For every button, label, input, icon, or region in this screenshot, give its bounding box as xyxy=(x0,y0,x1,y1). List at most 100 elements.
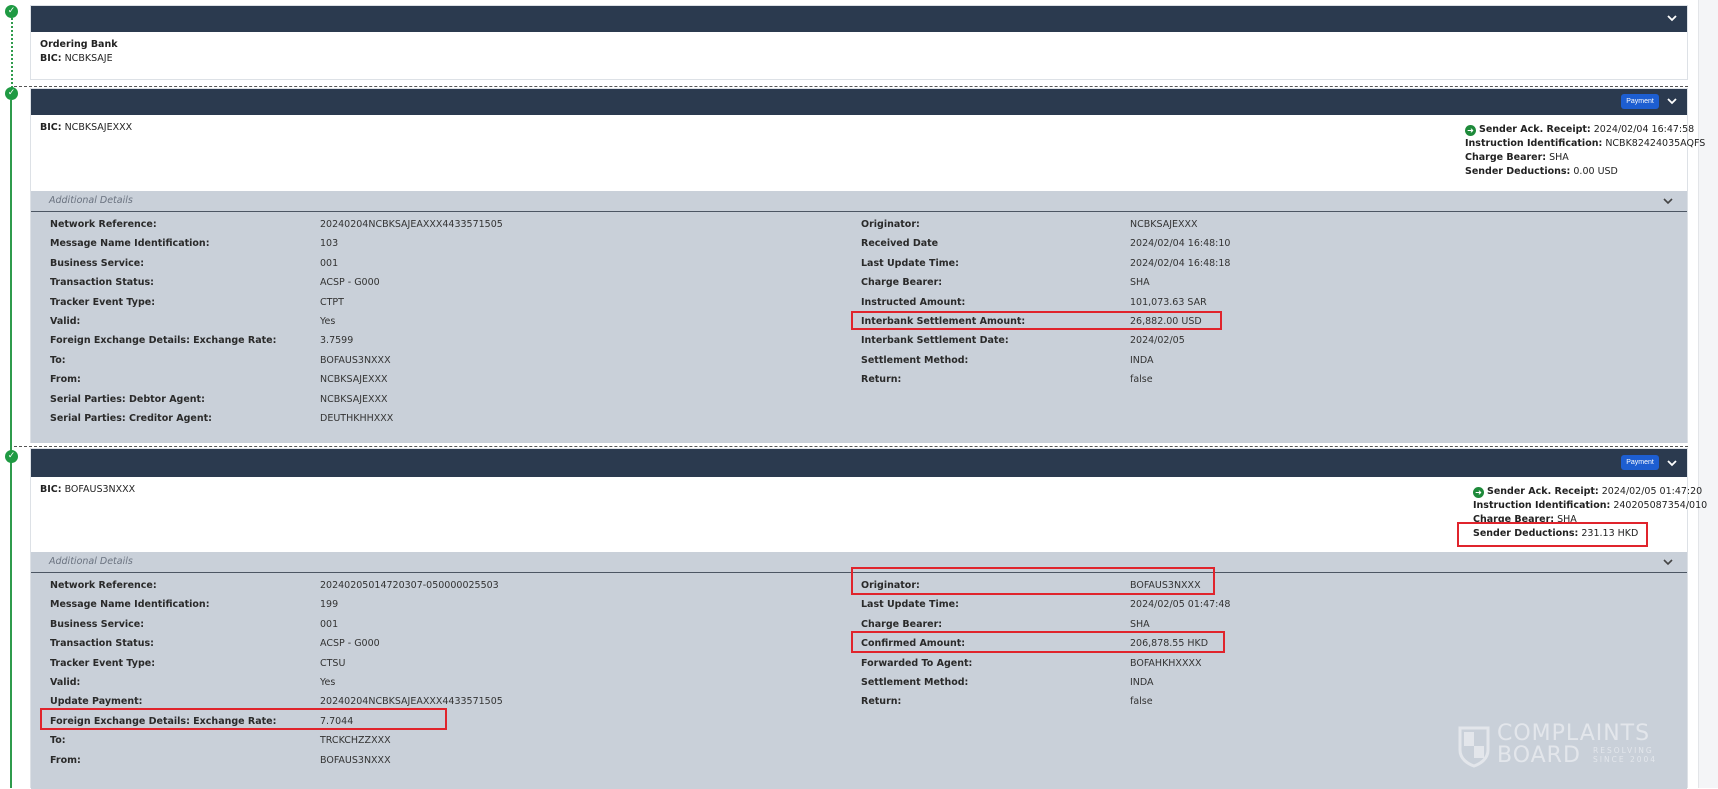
detail-value: 20240204NCBKSAJEAXXX4433571505 xyxy=(320,696,503,708)
card-header: Payment xyxy=(31,449,1687,477)
detail-label: Return: xyxy=(861,696,902,708)
chevron-down-icon[interactable] xyxy=(1661,555,1675,569)
detail-value: INDA xyxy=(1130,677,1154,688)
sender-deductions-label: Sender Deductions: xyxy=(1473,528,1579,539)
detail-label: Instructed Amount: xyxy=(861,296,966,308)
additional-details-toggle[interactable]: Additional Details xyxy=(31,552,1687,573)
detail-value: SHA xyxy=(1130,618,1150,630)
instr-label: Instruction Identification: xyxy=(1465,138,1603,149)
detail-label: Charge Bearer: xyxy=(861,618,943,630)
payment-card-bofa: Payment BIC: BOFAUS3NXXX ➜ Sender Ack. Re… xyxy=(30,448,1707,789)
detail-value: ACSP - G000 xyxy=(320,638,380,650)
payment-badge-button[interactable]: Payment xyxy=(1621,455,1659,470)
scrollbar-track[interactable] xyxy=(1698,0,1718,788)
check-circle-icon: ✓ xyxy=(5,450,18,463)
detail-label: Settlement Method: xyxy=(861,677,969,688)
detail-label: To: xyxy=(50,735,66,747)
watermark-text: BOARD xyxy=(1497,743,1581,768)
payment-badge-button[interactable]: Payment xyxy=(1621,94,1659,109)
detail-label: Interbank Settlement Date: xyxy=(861,335,1009,347)
sender-info: ➜ Sender Ack. Receipt: 2024/02/05 01:47:2… xyxy=(1473,485,1707,541)
details-panel: Network Reference: 20240205014720307-0500… xyxy=(31,573,1687,789)
instr-value: NCBK82424035AQFS xyxy=(1605,138,1706,149)
detail-label: Serial Parties: Debtor Agent: xyxy=(50,393,205,405)
detail-value: NCBKSAJEXXX xyxy=(320,374,388,386)
detail-value: 199 xyxy=(320,599,339,611)
detail-label: To: xyxy=(50,354,66,366)
bic-label: BIC: xyxy=(40,122,62,133)
detail-value: 26,882.00 USD xyxy=(1130,316,1202,327)
details-panel: Network Reference: 20240204NCBKSAJEAXXX44… xyxy=(31,212,1687,443)
detail-label: Last Update Time: xyxy=(861,257,959,269)
detail-value: 2024/02/04 16:48:18 xyxy=(1130,257,1231,269)
divider xyxy=(14,86,1688,87)
instr-label: Instruction Identification: xyxy=(1473,500,1611,511)
detail-value: 2024/02/05 01:47:48 xyxy=(1130,599,1231,611)
bic-value: NCBKSAJEXXX xyxy=(64,122,133,133)
chevron-down-icon[interactable] xyxy=(1665,11,1679,25)
detail-label: Last Update Time: xyxy=(861,599,959,611)
detail-value: DEUTHKHHXXX xyxy=(320,413,394,424)
arrow-right-circle-icon: ➜ xyxy=(1473,487,1484,498)
detail-value: NCBKSAJEXXX xyxy=(320,393,388,405)
detail-label: From: xyxy=(50,374,81,386)
detail-label: Transaction Status: xyxy=(50,638,154,650)
additional-details-title: Additional Details xyxy=(49,195,133,206)
detail-label: Charge Bearer: xyxy=(861,277,943,289)
detail-label: Network Reference: xyxy=(50,580,157,591)
detail-label: Forwarded To Agent: xyxy=(861,657,973,669)
detail-value: 20240204NCBKSAJEAXXX4433571505 xyxy=(320,219,503,230)
detail-value: Yes xyxy=(320,677,336,688)
ack-value: 2024/02/05 01:47:20 xyxy=(1601,486,1703,497)
timeline-connector xyxy=(10,100,12,788)
detail-value: 2024/02/05 xyxy=(1130,335,1185,347)
detail-label: Received Date xyxy=(861,238,939,250)
bic-label: BIC: xyxy=(40,53,62,64)
detail-value: 2024/02/04 16:48:10 xyxy=(1130,238,1231,250)
detail-value: TRCKCHZZXXX xyxy=(320,735,391,747)
sender-deductions-value: 0.00 USD xyxy=(1573,166,1618,177)
additional-details-title: Additional Details xyxy=(49,556,133,567)
detail-label: Foreign Exchange Details: Exchange Rate: xyxy=(50,335,277,347)
chevron-down-icon[interactable] xyxy=(1661,194,1675,208)
detail-value: 7.7044 xyxy=(320,715,354,727)
charge-bearer-value: SHA xyxy=(1549,152,1569,163)
shield-icon xyxy=(1458,726,1490,768)
detail-label: Message Name Identification: xyxy=(50,599,210,611)
ordering-bank-card: Ordering Bank BIC: NCBKSAJE xyxy=(30,5,1688,80)
detail-value: CTSU xyxy=(320,657,346,669)
detail-label: Valid: xyxy=(50,316,81,327)
detail-value: BOFAUS3NXXX xyxy=(1130,580,1201,591)
detail-value: BOFAUS3NXXX xyxy=(320,754,391,766)
divider xyxy=(14,446,1688,447)
additional-details-toggle[interactable]: Additional Details xyxy=(31,191,1687,212)
bic-label: BIC: xyxy=(40,484,62,495)
detail-value: BOFAUS3NXXX xyxy=(320,354,391,366)
ack-value: 2024/02/04 16:47:58 xyxy=(1593,124,1695,135)
card-header xyxy=(31,6,1687,32)
arrow-right-circle-icon: ➜ xyxy=(1465,125,1476,136)
ack-label: Sender Ack. Receipt: xyxy=(1479,124,1591,135)
charge-bearer-value: SHA xyxy=(1557,514,1577,525)
bic-value: NCBKSAJE xyxy=(64,53,113,64)
detail-value: Yes xyxy=(320,316,336,327)
detail-label: Network Reference: xyxy=(50,219,157,230)
detail-value: 001 xyxy=(320,257,339,269)
detail-label: Serial Parties: Creditor Agent: xyxy=(50,413,212,424)
chevron-down-icon[interactable] xyxy=(1665,94,1679,108)
detail-value: 101,073.63 SAR xyxy=(1130,296,1207,308)
detail-label: Business Service: xyxy=(50,257,145,269)
watermark-tagline: RESOLVING SINCE 2004 xyxy=(1593,746,1658,764)
watermark-logo: COMPLAINTS BOARD RESOLVING SINCE 2004 xyxy=(1457,721,1672,768)
detail-label: Update Payment: xyxy=(50,696,143,708)
detail-value: 20240205014720307-050000025503 xyxy=(320,580,499,591)
bic-value: BOFAUS3NXXX xyxy=(64,484,136,495)
card-title: Ordering Bank xyxy=(40,39,118,50)
sender-deductions-value: 231.13 HKD xyxy=(1581,528,1639,539)
detail-label: From: xyxy=(50,754,81,766)
check-circle-icon: ✓ xyxy=(5,5,18,18)
detail-label: Message Name Identification: xyxy=(50,238,210,250)
detail-label: Confirmed Amount: xyxy=(861,638,966,650)
chevron-down-icon[interactable] xyxy=(1665,456,1679,470)
detail-value: INDA xyxy=(1130,354,1154,366)
